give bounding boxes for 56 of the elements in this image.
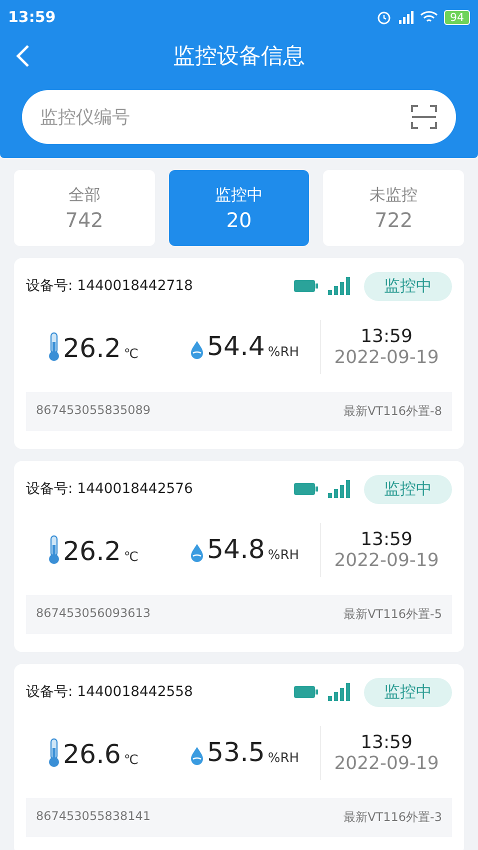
signal-icon [328, 480, 350, 498]
search-field[interactable]: 监控仪编号 [22, 90, 456, 144]
serial-number: 867453055838141 [36, 809, 151, 825]
device-number: 设备号: 1440018442718 [26, 277, 194, 295]
filter-tab[interactable]: 未监控 722 [323, 170, 464, 246]
battery-level: 94 [444, 10, 470, 24]
temperature-value: 26.2 [63, 539, 121, 565]
device-number: 设备号: 1440018442576 [26, 480, 194, 498]
temperature-unit: ℃ [124, 550, 138, 565]
humidity-value: 54.4 [207, 334, 265, 360]
reading-time: 13:59 [360, 326, 412, 347]
reading-time: 13:59 [360, 529, 412, 550]
back-icon[interactable] [16, 44, 30, 68]
battery-icon [294, 686, 318, 698]
device-model: 最新VT116外置-3 [344, 809, 442, 826]
water-drop-icon [190, 543, 204, 563]
temperature-value: 26.2 [63, 336, 121, 362]
scan-icon[interactable] [410, 103, 438, 131]
humidity-value: 53.5 [207, 740, 265, 766]
page-title: 监控设备信息 [173, 43, 305, 71]
humidity-unit: %RH [268, 345, 300, 360]
temperature-unit: ℃ [124, 753, 138, 768]
wifi-icon [420, 10, 438, 24]
device-model: 最新VT116外置-8 [344, 403, 442, 420]
device-model: 最新VT116外置-5 [344, 606, 442, 623]
water-drop-icon [190, 340, 204, 360]
reading-date: 2022-09-19 [334, 753, 439, 774]
humidity-unit: %RH [268, 751, 300, 766]
reading-time: 13:59 [360, 732, 412, 753]
serial-number: 867453055835089 [36, 403, 151, 419]
device-number: 设备号: 1440018442558 [26, 683, 194, 701]
signal-icon [398, 10, 414, 24]
temperature-unit: ℃ [124, 347, 138, 362]
humidity-value: 54.8 [207, 537, 265, 563]
status-badge: 监控中 [364, 272, 452, 300]
device-card[interactable]: 设备号: 1440018442576 监控中 26.2℃ 54.8%RH 13:59 2022-09-19 867453056093613 最新VT116外置-5 [14, 461, 464, 652]
reading-date: 2022-09-19 [334, 550, 439, 571]
water-drop-icon [190, 746, 204, 766]
signal-icon [328, 683, 350, 701]
alarm-icon [376, 9, 392, 25]
status-badge: 监控中 [364, 678, 452, 706]
battery-icon [294, 280, 318, 292]
status-badge: 监控中 [364, 474, 452, 504]
thermometer-icon [48, 738, 60, 768]
thermometer-icon [48, 535, 60, 565]
reading-date: 2022-09-19 [334, 347, 439, 368]
filter-tab[interactable]: 全部 742 [14, 170, 155, 246]
humidity-unit: %RH [268, 548, 300, 563]
status-time: 13:59 [8, 8, 56, 26]
thermometer-icon [48, 332, 60, 362]
serial-number: 867453056093613 [36, 606, 151, 622]
device-card[interactable]: 设备号: 1440018442718 监控中 26.2℃ 54.4%RH 13:59 2022-09-19 867453055835089 最新VT116外置-8 [14, 258, 464, 449]
device-card[interactable]: 设备号: 1440018442558 监控中 26.6℃ 53.5%RH 13:59 2022-09-19 867453055838141 最新VT116外置-3 [14, 664, 464, 850]
battery-icon [294, 483, 318, 495]
temperature-value: 26.6 [63, 742, 121, 768]
signal-icon [328, 277, 350, 295]
